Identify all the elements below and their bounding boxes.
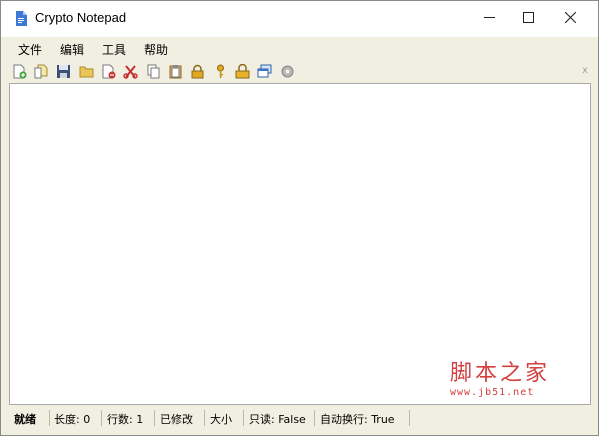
status-separator (49, 410, 50, 426)
watermark-url: www.jb51.net (449, 387, 535, 398)
status-separator (101, 410, 102, 426)
watermark-text: 脚本之家 (449, 361, 550, 386)
status-bar: 就绪 长度: 0 行数: 1 已修改 大小 只读: False 自动换行: Tr… (9, 408, 593, 428)
status-separator (243, 410, 244, 426)
paste-icon[interactable] (168, 64, 183, 79)
menu-bar: 文件 编辑 工具 帮助 (1, 37, 598, 59)
toolbar: x (1, 59, 598, 83)
status-wordwrap: 自动换行: True (320, 413, 395, 426)
status-separator (204, 410, 205, 426)
new-file-icon[interactable] (12, 64, 27, 79)
toolbar-close-button[interactable]: x (582, 65, 588, 76)
title-bar[interactable]: Crypto Notepad (1, 1, 598, 37)
menu-file[interactable]: 文件 (18, 41, 42, 58)
status-modified: 已修改 (160, 413, 193, 426)
open-folder-icon[interactable] (79, 64, 94, 79)
open-file-icon[interactable] (34, 64, 49, 79)
status-ready: 就绪 (14, 413, 36, 426)
status-separator (154, 410, 155, 426)
status-readonly: 只读: False (249, 413, 306, 426)
close-icon (564, 12, 576, 23)
status-lines: 行数: 1 (107, 413, 144, 426)
menu-help[interactable]: 帮助 (144, 41, 168, 58)
status-length: 长度: 0 (54, 413, 91, 426)
maximize-button[interactable] (505, 1, 551, 34)
menu-tools[interactable]: 工具 (102, 41, 126, 58)
watermark: 脚本之家 www.jb51.net (450, 355, 550, 398)
key-icon[interactable] (213, 64, 228, 79)
text-editor[interactable]: 脚本之家 www.jb51.net (9, 83, 591, 405)
lock-icon[interactable] (190, 64, 205, 79)
minimize-icon (483, 17, 495, 18)
maximize-icon (522, 12, 534, 23)
cut-icon[interactable] (123, 64, 138, 79)
window-icon[interactable] (257, 64, 272, 79)
copy-icon[interactable] (146, 64, 161, 79)
settings-icon[interactable] (280, 64, 295, 79)
menu-edit[interactable]: 编辑 (60, 41, 84, 58)
status-separator (409, 410, 410, 426)
save-icon[interactable] (56, 64, 71, 79)
window-title: Crypto Notepad (35, 10, 127, 25)
app-icon (16, 11, 27, 26)
app-window: Crypto Notepad 文件 编辑 工具 帮助 x 脚本之家 www.jb… (0, 0, 599, 436)
status-separator (314, 410, 315, 426)
close-button[interactable] (547, 1, 593, 34)
status-size: 大小 (210, 413, 232, 426)
delete-file-icon[interactable] (101, 64, 116, 79)
encrypt-icon[interactable] (235, 64, 250, 79)
